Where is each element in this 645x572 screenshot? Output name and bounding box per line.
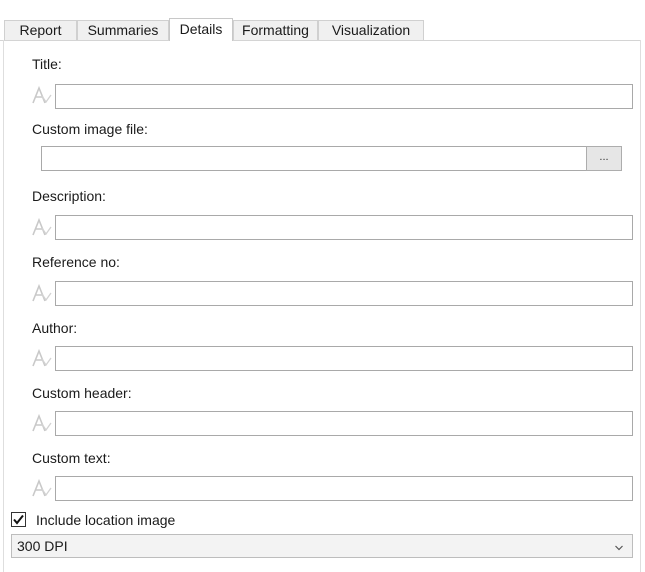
custom-header-label: Custom header:: [32, 385, 132, 401]
tab-formatting[interactable]: Formatting: [233, 20, 318, 40]
author-input[interactable]: [55, 346, 633, 371]
checkmark-icon: [13, 514, 24, 525]
tab-bar: Report Summaries Details Formatting Visu…: [0, 18, 645, 41]
custom-text-label: Custom text:: [32, 450, 111, 466]
translate-icon[interactable]: [31, 412, 53, 434]
translate-icon[interactable]: [31, 216, 53, 238]
tab-details[interactable]: Details: [169, 18, 233, 41]
reference-no-input[interactable]: [55, 281, 633, 306]
tab-report[interactable]: Report: [4, 20, 77, 40]
resolution-select-value: 300 DPI: [17, 538, 68, 554]
custom-image-file-input[interactable]: [41, 146, 587, 171]
include-location-image-checkbox[interactable]: [11, 512, 26, 527]
custom-image-file-label: Custom image file:: [32, 121, 148, 137]
custom-text-input[interactable]: [55, 476, 633, 501]
translate-icon[interactable]: [31, 347, 53, 369]
resolution-select[interactable]: 300 DPI: [11, 534, 633, 558]
description-label: Description:: [32, 188, 106, 204]
title-input[interactable]: [55, 84, 633, 109]
author-label: Author:: [32, 320, 78, 336]
title-label: Title:: [32, 56, 62, 72]
include-location-image-label[interactable]: Include location image: [36, 512, 175, 528]
translate-icon[interactable]: [31, 477, 53, 499]
custom-header-input[interactable]: [55, 411, 633, 436]
tab-summaries[interactable]: Summaries: [77, 20, 169, 40]
browse-button[interactable]: ...: [586, 146, 622, 171]
tab-visualization[interactable]: Visualization: [318, 20, 424, 40]
translate-icon[interactable]: [31, 282, 53, 304]
chevron-down-icon: [614, 540, 624, 551]
translate-icon[interactable]: [31, 84, 53, 106]
description-input[interactable]: [55, 215, 633, 240]
reference-no-label: Reference no:: [32, 254, 120, 270]
